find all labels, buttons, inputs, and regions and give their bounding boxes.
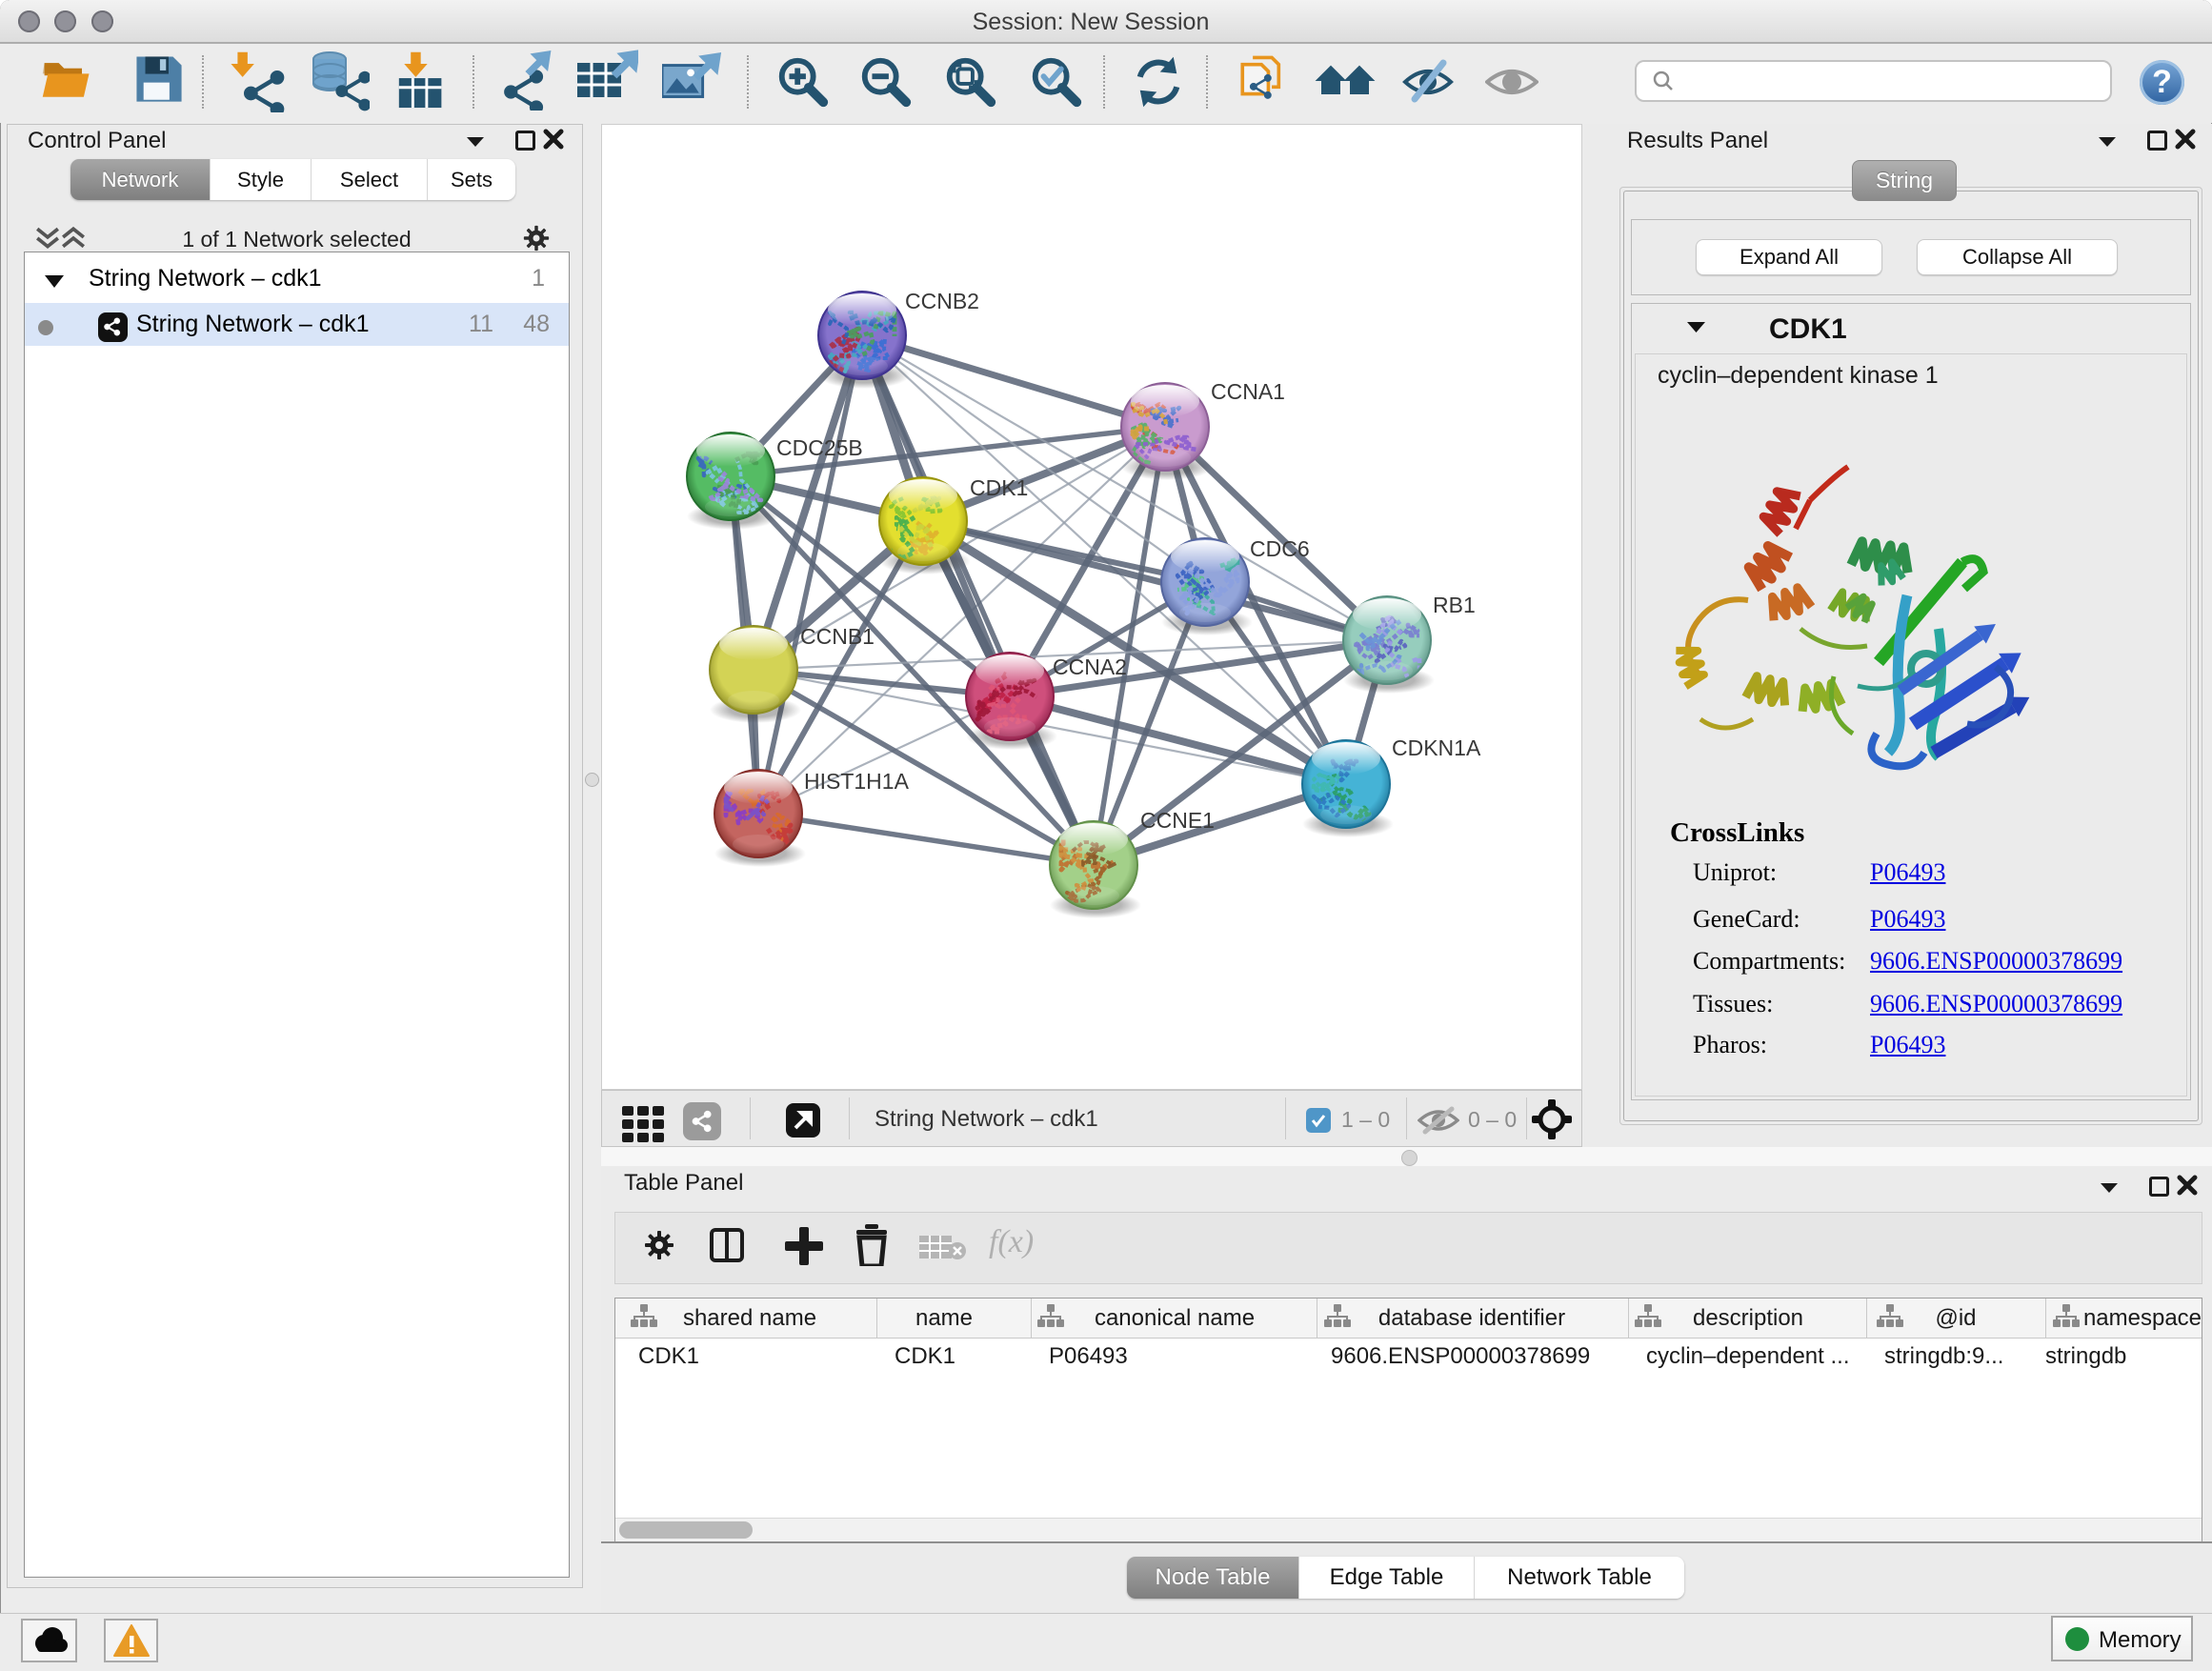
svg-text:CCNA2: CCNA2 — [1053, 654, 1127, 679]
svg-text:CDC25B: CDC25B — [776, 435, 863, 460]
svg-text:RB1: RB1 — [1433, 593, 1476, 617]
svg-text:CDC6: CDC6 — [1250, 536, 1310, 561]
svg-text:HIST1H1A: HIST1H1A — [804, 769, 910, 794]
svg-text:CCNE1: CCNE1 — [1140, 808, 1215, 833]
svg-text:CDKN1A: CDKN1A — [1392, 735, 1481, 760]
svg-text:CDK1: CDK1 — [970, 475, 1028, 500]
svg-text:CCNA1: CCNA1 — [1211, 379, 1285, 404]
svg-text:CCNB1: CCNB1 — [800, 624, 875, 649]
svg-text:CCNB2: CCNB2 — [905, 289, 979, 313]
